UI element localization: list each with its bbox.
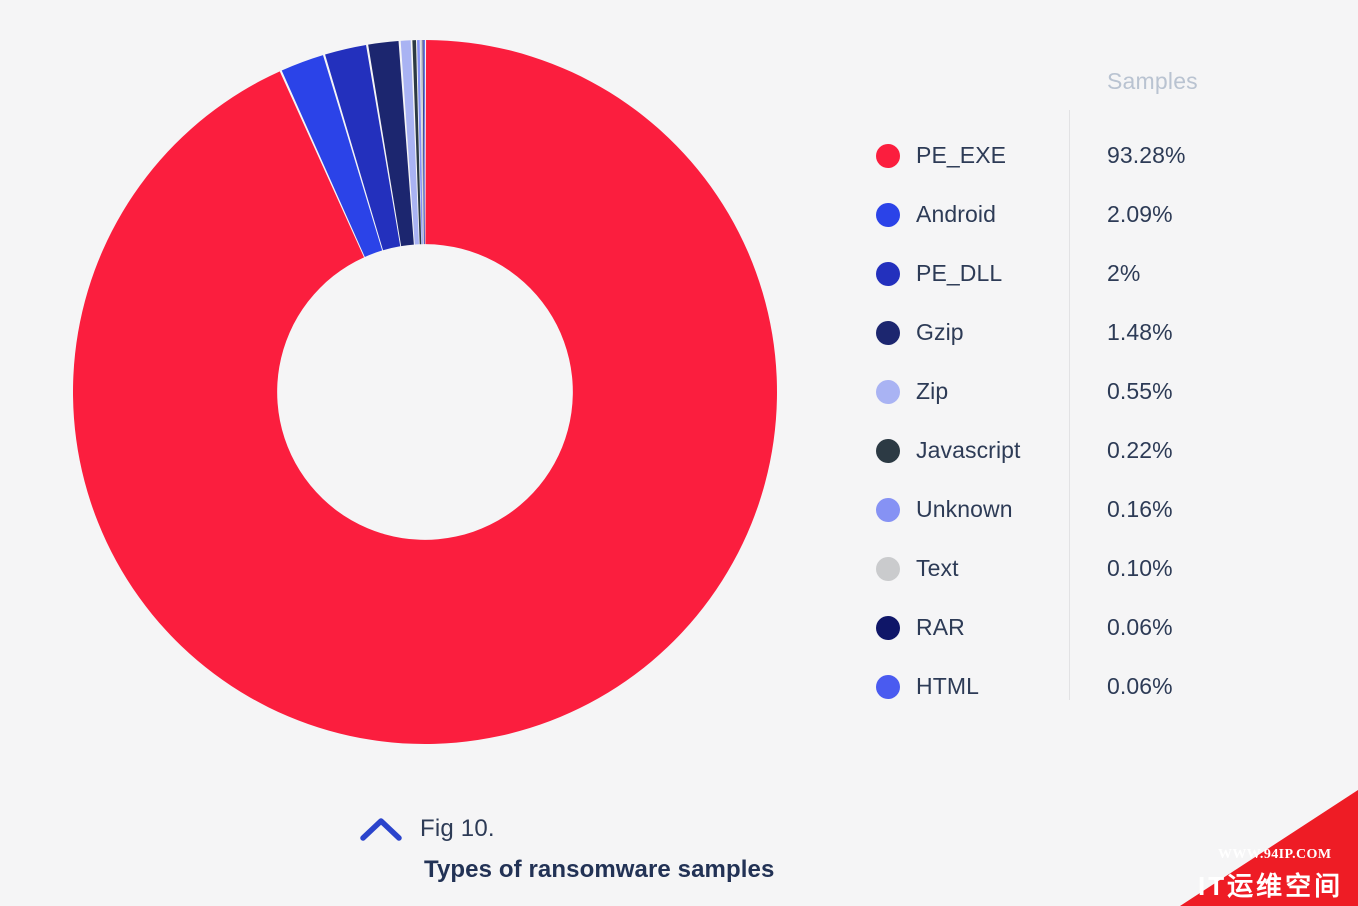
legend-swatch-icon <box>876 497 900 522</box>
legend-label: PE_EXE <box>916 142 1007 168</box>
figure-number: Fig 10. <box>420 815 495 842</box>
legend-row[interactable]: Text 0.10% <box>876 539 1276 598</box>
legend-row[interactable]: Android 2.09% <box>876 185 1276 244</box>
legend-label: RAR <box>916 614 965 640</box>
legend-row[interactable]: PE_EXE 93.28% <box>876 126 1276 185</box>
watermark: WWW.94IP.COM IT运维空间 <box>1180 790 1358 906</box>
watermark-triangle <box>1180 790 1358 906</box>
legend-value-column-header: Samples <box>1107 68 1198 94</box>
legend-value: 2% <box>1107 260 1141 286</box>
legend-swatch-icon <box>876 438 900 463</box>
legend-row[interactable]: PE_DLL 2% <box>876 244 1276 303</box>
legend-value: 0.16% <box>1107 496 1173 522</box>
legend-value: 0.55% <box>1107 378 1173 404</box>
legend-row[interactable]: Zip 0.55% <box>876 362 1276 421</box>
legend-row[interactable]: Javascript 0.22% <box>876 421 1276 480</box>
legend-label: HTML <box>916 673 980 699</box>
legend-row-list: PE_EXE 93.28% Android 2.09% PE_DLL 2% Gzip 1.48… <box>876 126 1276 716</box>
legend-swatch-icon <box>876 261 900 286</box>
donut-slice[interactable] <box>73 40 777 744</box>
legend-row[interactable]: Gzip 1.48% <box>876 303 1276 362</box>
legend-swatch-icon <box>876 202 900 227</box>
legend-label: Text <box>916 555 959 581</box>
figure-title: Types of ransomware samples <box>424 856 775 883</box>
legend-row[interactable]: Unknown 0.16% <box>876 480 1276 539</box>
legend-value: 0.10% <box>1107 555 1173 581</box>
legend-label: Javascript <box>916 437 1021 463</box>
legend-label: Android <box>916 201 996 227</box>
watermark-brand-name: IT运维空间 <box>1198 871 1344 901</box>
legend-value: 1.48% <box>1107 319 1173 345</box>
legend-value: 2.09% <box>1107 201 1173 227</box>
legend-label: PE_DLL <box>916 260 1003 286</box>
donut-slice-group <box>73 40 777 744</box>
figure-caption: Fig 10. Types of ransomware samples <box>360 810 980 884</box>
legend-swatch-icon <box>876 379 900 404</box>
chevron-up-icon <box>360 818 402 841</box>
legend-label: Gzip <box>916 319 964 345</box>
donut-chart <box>73 40 777 744</box>
legend-swatch-icon <box>876 674 900 699</box>
watermark-url: WWW.94IP.COM <box>1218 847 1332 862</box>
legend-row[interactable]: HTML 0.06% <box>876 657 1276 716</box>
legend-swatch-icon <box>876 556 900 581</box>
legend-value: 0.06% <box>1107 614 1173 640</box>
donut-chart-svg <box>73 40 777 744</box>
legend-value: 93.28% <box>1107 142 1186 168</box>
chart-legend: Samples PE_EXE 93.28% Android 2.09% PE_DLL 2%… <box>876 60 1276 720</box>
legend-swatch-icon <box>876 320 900 345</box>
legend-swatch-icon <box>876 143 900 168</box>
legend-swatch-icon <box>876 615 900 640</box>
chart-page: Samples PE_EXE 93.28% Android 2.09% PE_DLL 2%… <box>0 0 1358 906</box>
legend-label: Zip <box>916 378 949 404</box>
legend-row[interactable]: RAR 0.06% <box>876 598 1276 657</box>
legend-value: 0.22% <box>1107 437 1173 463</box>
legend-label: Unknown <box>916 496 1013 522</box>
legend-value: 0.06% <box>1107 673 1173 699</box>
caption-top-line: Fig 10. <box>360 810 980 848</box>
